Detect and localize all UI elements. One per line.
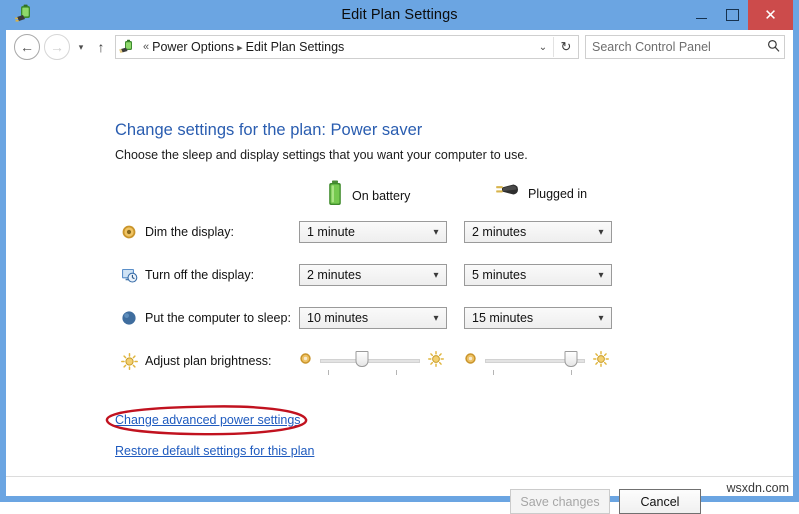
sleep-on-battery-select[interactable]: 10 minutes ▾ bbox=[299, 307, 447, 329]
address-dropdown-button[interactable]: ⌄ bbox=[533, 42, 553, 53]
dim-display-icon bbox=[119, 222, 139, 242]
back-button[interactable]: ← bbox=[14, 34, 40, 60]
slider-thumb[interactable] bbox=[356, 351, 369, 367]
page-subtitle: Choose the sleep and display settings th… bbox=[115, 148, 528, 162]
turn-off-display-on-battery-value: 2 minutes bbox=[300, 268, 426, 282]
back-arrow-icon: ← bbox=[20, 39, 34, 55]
maximize-button[interactable] bbox=[717, 0, 748, 30]
client-area: ← → ▾ ↑ bbox=[6, 30, 793, 496]
slider-tick bbox=[396, 370, 397, 375]
dim-display-plugged-in-select[interactable]: 2 minutes ▾ bbox=[464, 221, 612, 243]
search-input[interactable] bbox=[586, 39, 762, 55]
chevron-down-icon: ⌄ bbox=[539, 42, 547, 53]
breadcrumb-separator-icon[interactable]: ▸ bbox=[234, 41, 246, 54]
watermark: wsxdn.com bbox=[726, 481, 789, 495]
setting-label-sleep: Put the computer to sleep: bbox=[145, 311, 291, 325]
turn-off-display-icon bbox=[119, 265, 139, 285]
breadcrumb-item-power-options[interactable]: Power Options bbox=[152, 40, 234, 54]
setting-label-dim-display: Dim the display: bbox=[145, 225, 234, 239]
page-title: Change settings for the plan: Power save… bbox=[115, 121, 422, 140]
sleep-on-battery-value: 10 minutes bbox=[300, 311, 426, 325]
slider-track bbox=[320, 359, 420, 363]
search-box[interactable] bbox=[585, 35, 785, 59]
slider-tick bbox=[493, 370, 494, 375]
chevron-down-icon: ▾ bbox=[426, 270, 446, 281]
brightness-high-icon bbox=[428, 351, 444, 372]
setting-row-sleep: Put the computer to sleep: 10 minutes ▾ … bbox=[119, 305, 793, 331]
chevron-down-icon: ▾ bbox=[426, 313, 446, 324]
turn-off-display-on-battery-select[interactable]: 2 minutes ▾ bbox=[299, 264, 447, 286]
column-header-on-battery: On battery bbox=[327, 180, 410, 211]
power-plug-battery-icon bbox=[14, 3, 36, 25]
title-bar: Edit Plan Settings ✕ bbox=[6, 0, 793, 30]
footer-divider bbox=[6, 476, 793, 477]
setting-label-brightness: Adjust plan brightness: bbox=[145, 354, 271, 368]
search-icon bbox=[762, 39, 784, 55]
brightness-plugged-in-slider-group bbox=[464, 348, 609, 374]
sleep-icon bbox=[119, 308, 139, 328]
minimize-icon bbox=[696, 18, 707, 19]
dim-display-on-battery-select[interactable]: 1 minute ▾ bbox=[299, 221, 447, 243]
setting-label-turn-off-display: Turn off the display: bbox=[145, 268, 254, 282]
forward-button: → bbox=[44, 34, 70, 60]
forward-arrow-icon: → bbox=[50, 39, 64, 55]
column-header-plugged-in: Plugged in bbox=[493, 180, 587, 207]
navigation-bar: ← → ▾ ↑ bbox=[6, 30, 793, 64]
sleep-plugged-in-value: 15 minutes bbox=[465, 311, 591, 325]
slider-tick bbox=[328, 370, 329, 375]
column-header-plugged-in-label: Plugged in bbox=[528, 187, 587, 201]
setting-row-brightness: Adjust plan brightness: bbox=[119, 348, 793, 374]
setting-row-turn-off-display: Turn off the display: 2 minutes ▾ 5 minu… bbox=[119, 262, 793, 288]
chevron-down-icon: ▾ bbox=[79, 42, 84, 52]
brightness-on-battery-slider[interactable] bbox=[320, 350, 420, 372]
chevron-down-icon: ▾ bbox=[591, 227, 611, 238]
minimize-button[interactable] bbox=[686, 0, 717, 30]
slider-tick bbox=[571, 370, 572, 375]
setting-row-dim-display: Dim the display: 1 minute ▾ 2 minutes ▾ bbox=[119, 219, 793, 245]
close-button[interactable]: ✕ bbox=[748, 0, 793, 30]
up-one-level-button[interactable]: ↑ bbox=[90, 39, 112, 55]
window-controls: ✕ bbox=[686, 0, 793, 30]
chevron-down-icon: ▾ bbox=[426, 227, 446, 238]
recent-locations-button[interactable]: ▾ bbox=[72, 42, 90, 53]
restore-default-settings-link[interactable]: Restore default settings for this plan bbox=[115, 444, 314, 458]
content-panel: Change settings for the plan: Power save… bbox=[6, 64, 793, 496]
brightness-plugged-in-slider[interactable] bbox=[485, 350, 585, 372]
brightness-low-icon bbox=[464, 352, 477, 370]
brightness-icon bbox=[119, 351, 139, 371]
edit-plan-settings-window: Edit Plan Settings ✕ ← → ▾ bbox=[0, 0, 799, 502]
refresh-button[interactable]: ↻ bbox=[554, 39, 578, 55]
address-bar[interactable]: « Power Options ▸ Edit Plan Settings ⌄ ↻ bbox=[115, 35, 579, 59]
breadcrumb-item-edit-plan-settings[interactable]: Edit Plan Settings bbox=[246, 40, 345, 54]
sleep-plugged-in-select[interactable]: 15 minutes ▾ bbox=[464, 307, 612, 329]
turn-off-display-plugged-in-value: 5 minutes bbox=[465, 268, 591, 282]
maximize-icon bbox=[726, 9, 739, 21]
column-header-on-battery-label: On battery bbox=[352, 189, 410, 203]
dim-display-plugged-in-value: 2 minutes bbox=[465, 225, 591, 239]
up-arrow-icon: ↑ bbox=[98, 39, 105, 55]
breadcrumb-chevrons[interactable]: « bbox=[140, 41, 152, 53]
power-plug-icon bbox=[493, 180, 519, 207]
chevron-down-icon: ▾ bbox=[591, 270, 611, 281]
slider-thumb[interactable] bbox=[565, 351, 578, 367]
change-advanced-power-settings-link[interactable]: Change advanced power settings bbox=[115, 413, 301, 427]
close-icon: ✕ bbox=[764, 6, 777, 24]
dim-display-on-battery-value: 1 minute bbox=[300, 225, 426, 239]
refresh-icon: ↻ bbox=[561, 39, 572, 54]
brightness-high-icon bbox=[593, 351, 609, 372]
brightness-low-icon bbox=[299, 352, 312, 370]
chevron-down-icon: ▾ bbox=[591, 313, 611, 324]
brightness-on-battery-slider-group bbox=[299, 348, 444, 374]
breadcrumb-power-options-icon bbox=[119, 39, 137, 55]
window-title: Edit Plan Settings bbox=[6, 7, 793, 23]
turn-off-display-plugged-in-select[interactable]: 5 minutes ▾ bbox=[464, 264, 612, 286]
battery-icon bbox=[327, 180, 343, 211]
